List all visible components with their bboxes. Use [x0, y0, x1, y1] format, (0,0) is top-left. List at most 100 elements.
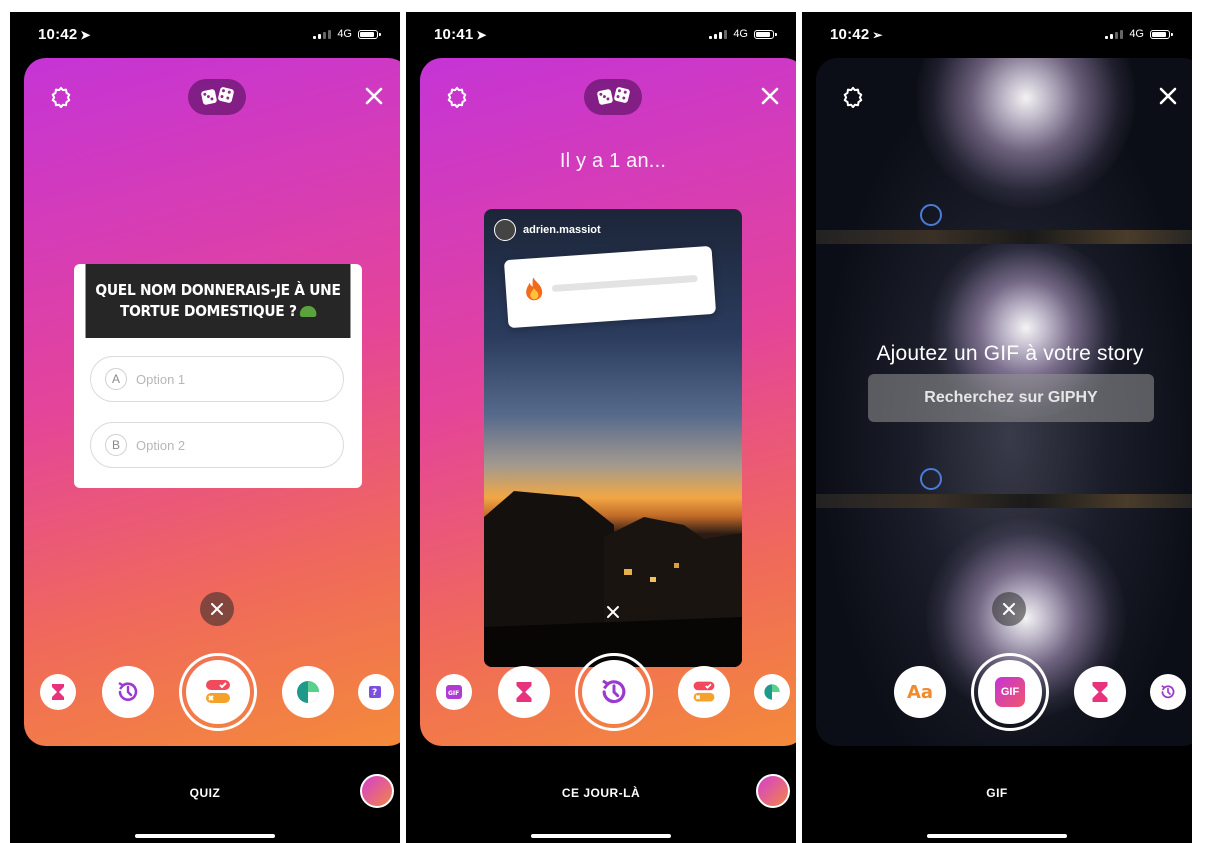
dice-icon[interactable] [584, 79, 642, 115]
pie-chart-icon [297, 681, 319, 703]
hourglass-icon [516, 682, 532, 702]
poll-sticker-button[interactable] [754, 674, 790, 710]
emoji-slider-sticker[interactable] [503, 245, 717, 329]
giphy-search-button[interactable]: Recherchez sur GIPHY [868, 374, 1154, 422]
poll-sticker-button[interactable] [282, 666, 334, 718]
story-canvas[interactable]: Il y a 1 an... adrien.massiot GIF [420, 58, 796, 746]
avatar [494, 219, 516, 241]
hourglass-icon [52, 684, 64, 700]
close-icon[interactable] [364, 86, 384, 106]
option-text: Option 1 [136, 371, 186, 387]
countdown-sticker-button[interactable] [1074, 666, 1126, 718]
status-bar: 10:42 ➤ 4G [10, 12, 400, 60]
story-canvas[interactable]: Ajoutez un GIF à votre story Recherchez … [816, 58, 1192, 746]
gif-button-label: GIF [1000, 686, 1020, 698]
status-time: 10:42 ➤ [38, 26, 91, 43]
mode-label: GIF [986, 786, 1008, 800]
slider-track[interactable] [551, 274, 698, 293]
gear-icon[interactable] [50, 86, 72, 108]
ferris-wheel [920, 468, 942, 490]
gear-icon[interactable] [446, 86, 468, 108]
status-bar: 10:41 ➤ 4G [406, 12, 796, 60]
status-time: 10:42 ➢ [830, 26, 883, 43]
dice-icon[interactable] [188, 79, 246, 115]
close-icon [1003, 603, 1015, 615]
memories-sticker-button[interactable] [582, 660, 646, 724]
fire-emoji-icon [526, 277, 543, 301]
quiz-sticker-button[interactable] [186, 660, 250, 724]
quiz-sticker-button[interactable] [678, 666, 730, 718]
option-letter: A [105, 368, 127, 390]
rewind-clock-icon [118, 681, 138, 701]
delete-sticker-button[interactable] [200, 592, 234, 626]
close-icon[interactable] [606, 605, 620, 619]
memories-sticker-button[interactable] [102, 666, 154, 718]
phone-gif: 10:42 ➢ 4G Ajoutez un GIF à votre story R… [802, 12, 1192, 843]
gif-title: Ajoutez un GIF à votre story [876, 342, 1144, 365]
rewind-clock-icon [1161, 685, 1175, 699]
countdown-sticker-button[interactable] [498, 666, 550, 718]
quiz-question: QUEL NOM DONNERAIS-JE À UNE TORTUE DOMES… [85, 264, 351, 338]
turtle-emoji-icon [299, 306, 317, 317]
countdown-sticker-button[interactable] [40, 674, 76, 710]
home-indicator[interactable] [927, 834, 1067, 838]
memory-card[interactable]: adrien.massiot [484, 209, 742, 667]
username: adrien.massiot [523, 224, 601, 236]
signal-icon [1105, 29, 1124, 39]
option-letter: B [105, 434, 127, 456]
photo-rooftops [484, 491, 742, 667]
signal-icon [313, 29, 332, 39]
gif-icon: GIF [446, 685, 462, 699]
quiz-option-b[interactable]: B Option 2 [90, 422, 344, 468]
delete-sticker-button[interactable] [992, 592, 1026, 626]
battery-icon [358, 29, 381, 39]
text-tool-button[interactable]: Aa [894, 666, 946, 718]
ferris-wheel [920, 204, 942, 226]
hourglass-icon [1092, 682, 1108, 702]
signal-icon [709, 29, 728, 39]
svg-text:?: ? [372, 688, 377, 698]
svg-text:GIF: GIF [448, 690, 459, 697]
status-bar: 10:42 ➢ 4G [802, 12, 1192, 60]
gif-icon: GIF [995, 677, 1025, 707]
close-icon[interactable] [1158, 86, 1178, 106]
gif-sticker-button[interactable]: GIF [978, 660, 1042, 724]
home-indicator[interactable] [531, 834, 671, 838]
city-lights [816, 494, 1192, 508]
quiz-sticker[interactable]: QUEL NOM DONNERAIS-JE À UNE TORTUE DOMES… [74, 264, 362, 488]
avatar[interactable] [756, 774, 790, 808]
quiz-icon [206, 680, 230, 703]
option-text: Option 2 [136, 437, 186, 453]
network-label: 4G [1129, 28, 1144, 40]
text-tool-label: Aa [906, 681, 934, 703]
selected-mode-ring[interactable]: GIF [971, 653, 1049, 731]
network-label: 4G [337, 28, 352, 40]
close-icon[interactable] [760, 86, 780, 106]
question-sticker-button[interactable]: ? [358, 674, 394, 710]
phone-memories: 10:41➤ 4G Il y a 1 an... adrien.massiot [406, 12, 796, 843]
mode-label: CE JOUR-LÀ [561, 786, 641, 800]
close-icon [211, 603, 223, 615]
pie-chart-icon [764, 684, 780, 700]
selected-mode-ring[interactable] [575, 653, 653, 731]
quiz-icon [693, 681, 715, 702]
city-lights [816, 230, 1192, 244]
gif-sticker-button[interactable]: GIF [436, 674, 472, 710]
mode-label: QUIZ [189, 786, 221, 800]
rewind-clock-icon [602, 679, 626, 704]
gear-icon[interactable] [842, 86, 864, 108]
avatar[interactable] [360, 774, 394, 808]
battery-icon [754, 29, 777, 39]
status-time: 10:41 ➤ [434, 26, 487, 43]
story-canvas[interactable]: QUEL NOM DONNERAIS-JE À UNE TORTUE DOMES… [24, 58, 400, 746]
question-sticker-icon: ? [369, 686, 381, 698]
home-indicator[interactable] [135, 834, 275, 838]
quiz-option-a[interactable]: A Option 1 [90, 356, 344, 402]
phone-quiz: 10:42 ➤ 4G QUEL NOM DONNERAIS-JE À UNE TO… [10, 12, 400, 843]
selected-mode-ring[interactable] [179, 653, 257, 731]
battery-icon [1150, 29, 1173, 39]
memory-title: Il y a 1 an... [559, 150, 667, 172]
network-label: 4G [733, 28, 748, 40]
memory-author: adrien.massiot [494, 219, 601, 241]
memories-sticker-button[interactable] [1150, 674, 1186, 710]
